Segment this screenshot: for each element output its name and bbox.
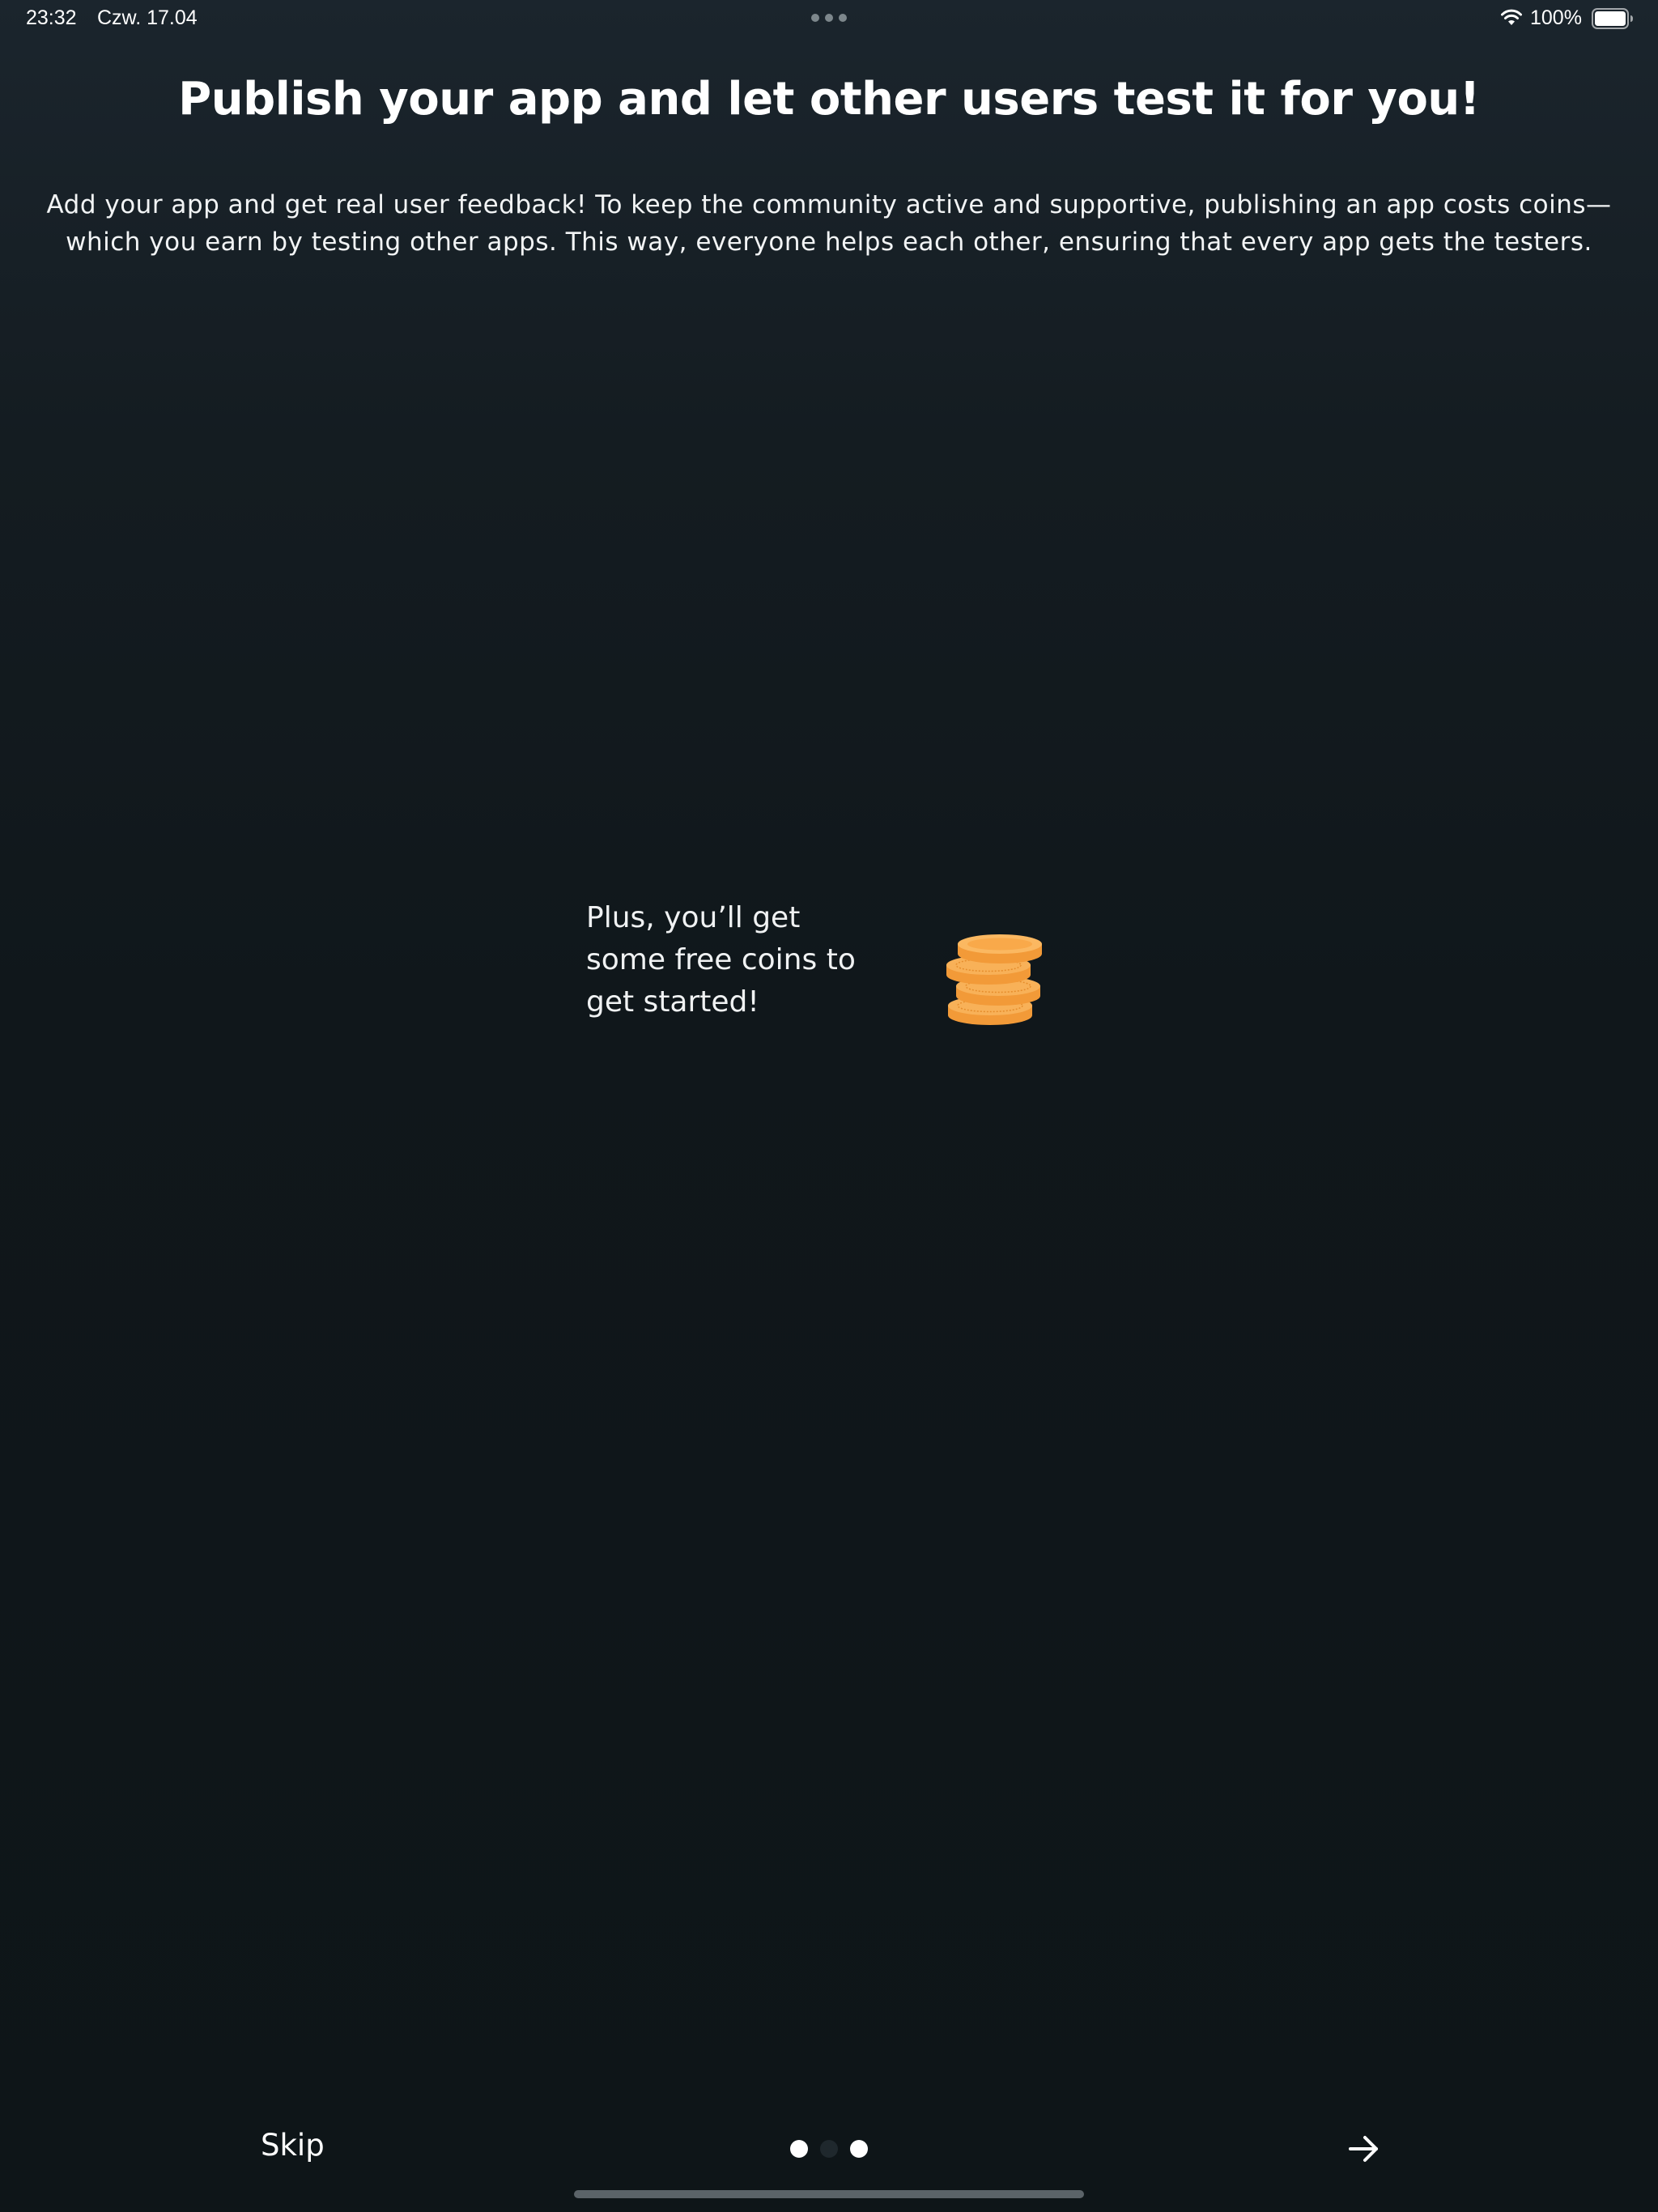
battery-icon <box>1592 8 1633 29</box>
onboarding-description: Add your app and get real user feedback!… <box>46 190 1612 257</box>
free-coins-text: Plus, you’ll get some free coins to get … <box>586 901 856 1019</box>
onboarding-title: Publish your app and let other users tes… <box>178 73 1480 125</box>
skip-button[interactable]: Skip <box>261 2128 325 2163</box>
wifi-icon <box>1501 9 1522 25</box>
battery-percentage: 100% <box>1530 6 1582 29</box>
status-bar: 23:32 Czw. 17.04 100% <box>0 0 1658 39</box>
coins-stack-icon <box>946 934 1042 1025</box>
page-dot-2[interactable] <box>820 2140 838 2158</box>
page-dot-1[interactable] <box>790 2140 808 2158</box>
status-date: Czw. 17.04 <box>97 6 198 29</box>
multitasking-dots-icon[interactable] <box>811 14 847 23</box>
arrow-right-icon[interactable] <box>1344 2129 1384 2168</box>
home-indicator[interactable] <box>574 2190 1084 2198</box>
page-indicator <box>790 2139 868 2159</box>
status-time: 23:32 <box>26 6 77 29</box>
page-dot-3[interactable] <box>850 2140 868 2158</box>
free-coins-promo: Plus, you’ll get some free coins to get … <box>586 897 1088 1035</box>
